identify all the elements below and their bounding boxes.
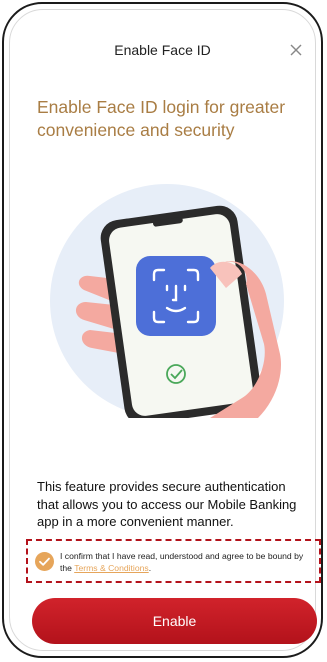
page-title: Enable Face ID — [114, 42, 211, 58]
face-id-illustration — [50, 184, 284, 418]
consent-text-after: . — [148, 563, 152, 573]
checkmark-icon — [39, 557, 50, 566]
consent-box: I confirm that I have read, understood a… — [26, 539, 321, 583]
terms-conditions-link[interactable]: Terms & Conditions — [74, 563, 149, 573]
close-icon[interactable] — [287, 41, 305, 59]
phone-frame: Enable Face ID Enable Face ID login for … — [2, 2, 323, 658]
consent-text: I confirm that I have read, understood a… — [60, 550, 315, 574]
enable-button[interactable]: Enable — [32, 598, 317, 644]
consent-checkbox[interactable] — [35, 552, 54, 571]
description-text: This feature provides secure authenticat… — [37, 479, 297, 529]
headline: Enable Face ID login for greater conveni… — [37, 97, 286, 140]
